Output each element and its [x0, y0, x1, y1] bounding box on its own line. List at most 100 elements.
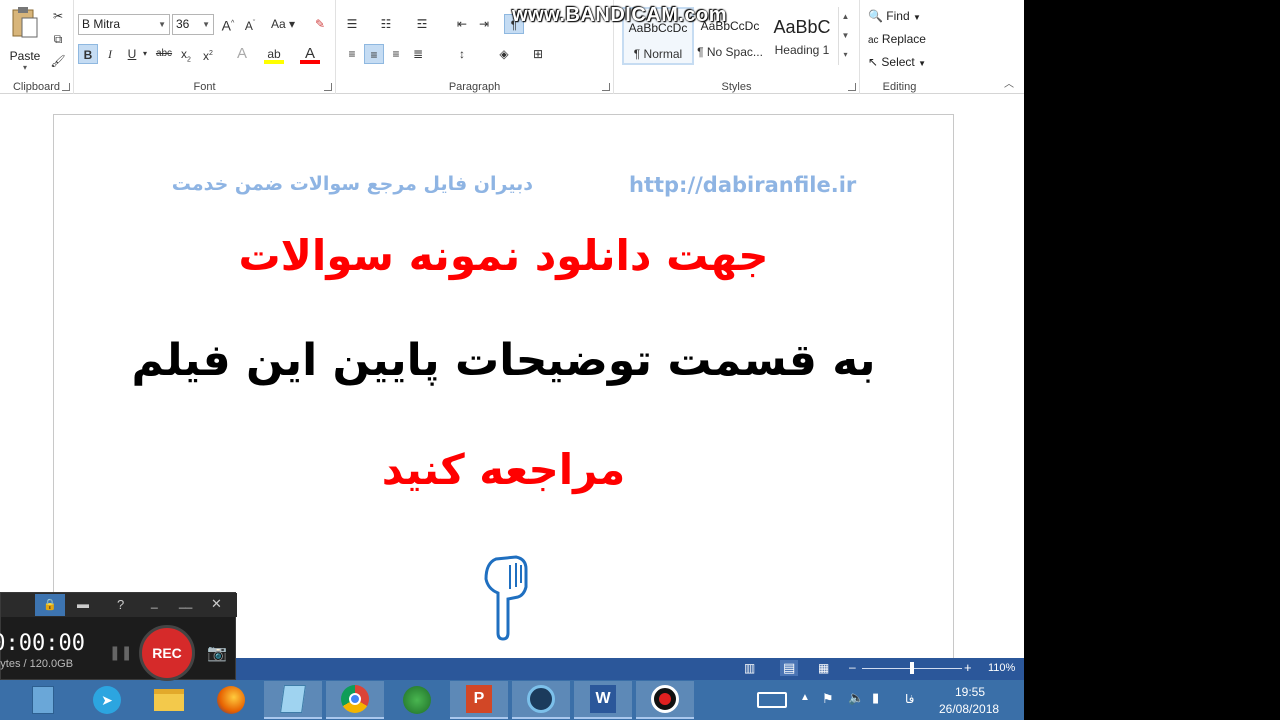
bullets-icon[interactable]: ☰: [342, 14, 362, 34]
text-effects-icon[interactable]: A: [232, 44, 252, 64]
font-name-field[interactable]: B Mitra ▼: [78, 14, 170, 35]
folder-icon[interactable]: ▬: [77, 597, 89, 611]
word-icon[interactable]: W: [574, 681, 632, 719]
align-left-icon[interactable]: ≡: [342, 44, 362, 64]
pause-icon[interactable]: ❚❚: [109, 644, 132, 661]
zoom-level[interactable]: 110%: [988, 662, 1015, 674]
disk-usage: 0 bytes / 120.0GB: [0, 658, 74, 670]
rec-label: REC: [152, 645, 182, 661]
highlight-icon[interactable]: ab: [264, 44, 284, 64]
style-heading-1[interactable]: AaBbC Heading 1: [766, 7, 838, 65]
zoom-thumb[interactable]: [910, 662, 914, 674]
document-page[interactable]: دبیران فایل مرجع سوالات ضمن خدمت http://…: [53, 114, 954, 674]
media-player-icon[interactable]: [512, 681, 570, 719]
language-indicator[interactable]: فا: [905, 692, 914, 706]
tray-expand-icon[interactable]: ▲: [800, 692, 810, 703]
volume-icon[interactable]: 🔈: [848, 690, 864, 706]
read-mode-icon[interactable]: ▥: [744, 661, 755, 675]
superscript-button[interactable]: x2: [198, 44, 218, 64]
multilevel-list-icon[interactable]: ☲: [412, 14, 432, 34]
styles-launcher-icon[interactable]: [848, 83, 856, 91]
web-layout-icon[interactable]: ▦: [818, 661, 829, 675]
calculator-icon[interactable]: [14, 681, 72, 719]
replace-icon: ac: [868, 35, 879, 46]
paste-button[interactable]: Paste ▾: [6, 6, 44, 72]
replace-button[interactable]: ac Replace: [868, 30, 926, 48]
telegram-icon[interactable]: ➤: [78, 681, 136, 719]
borders-icon[interactable]: ⊞: [528, 44, 548, 64]
font-color-icon[interactable]: A: [300, 44, 320, 64]
heading-line-3: مراجعه کنید: [381, 445, 626, 494]
collapse-ribbon-icon[interactable]: ︿: [1004, 75, 1014, 90]
clear-formatting-icon[interactable]: ✎: [310, 14, 330, 34]
numbering-icon[interactable]: ☷: [376, 14, 396, 34]
bandicam-icon[interactable]: [636, 681, 694, 719]
line-spacing-icon[interactable]: ↕: [452, 44, 472, 64]
cut-icon[interactable]: ✂: [48, 6, 68, 26]
keyboard-icon[interactable]: [757, 692, 787, 708]
taskbar: ➤ P W ▲ ⚑ 🔈 ▮ فا 19:55 26/08/2018: [0, 680, 1024, 720]
find-button[interactable]: 🔍 Find ▼: [868, 7, 921, 25]
chevron-down-icon: ▼: [158, 20, 166, 29]
style-name: Heading 1: [774, 43, 830, 57]
select-button[interactable]: ↖ Select ▼: [868, 53, 926, 71]
italic-button[interactable]: I: [100, 44, 120, 64]
font-launcher-icon[interactable]: [324, 83, 332, 91]
heading-line-2: به قسمت توضیحات پایین این فیلم: [131, 335, 876, 386]
underline-button[interactable]: U: [122, 44, 142, 64]
font-label: Font: [193, 81, 216, 93]
styles-label: Styles: [721, 81, 752, 93]
strikethrough-button[interactable]: abc: [154, 44, 174, 64]
chrome-icon[interactable]: [326, 681, 384, 719]
notepad-icon[interactable]: [264, 681, 322, 719]
clipboard-launcher-icon[interactable]: [62, 83, 70, 91]
grow-font-icon[interactable]: A^: [218, 14, 238, 34]
decrease-indent-icon[interactable]: ⇤: [452, 14, 472, 34]
powerpoint-icon[interactable]: P: [450, 681, 508, 719]
clock-time[interactable]: 19:55: [955, 685, 985, 699]
file-explorer-icon[interactable]: [140, 681, 198, 719]
select-label: Select: [881, 55, 915, 69]
network-icon[interactable]: ▮: [872, 690, 879, 706]
download-manager-icon[interactable]: [388, 681, 446, 719]
bold-button[interactable]: B: [78, 44, 98, 64]
minimize-icon[interactable]: __: [179, 595, 192, 609]
increase-indent-icon[interactable]: ⇥: [474, 14, 494, 34]
firefox-icon[interactable]: [202, 681, 260, 719]
format-painter-icon[interactable]: 🖌: [48, 51, 68, 71]
zoom-out-icon[interactable]: –: [849, 660, 856, 674]
clock-date[interactable]: 26/08/2018: [939, 702, 999, 716]
copy-icon[interactable]: ⧉: [48, 29, 68, 49]
paragraph-launcher-icon[interactable]: [602, 83, 610, 91]
flag-icon[interactable]: ⚑: [822, 691, 834, 707]
document-area[interactable]: دبیران فایل مرجع سوالات ضمن خدمت http://…: [0, 95, 1024, 674]
word-window: Paste ▾ ✂ ⧉ 🖌 Clipboard B Mitra ▼ 36 ▼ A^ …: [0, 0, 1024, 720]
rec-button[interactable]: REC: [139, 625, 195, 681]
editing-label: Editing: [882, 81, 917, 93]
close-icon[interactable]: ✕: [211, 596, 222, 612]
lock-icon[interactable]: 🔒: [35, 594, 65, 616]
paste-label: Paste: [9, 49, 41, 63]
chevron-down-icon[interactable]: ▾: [140, 44, 150, 64]
shrink-font-icon[interactable]: Aˇ: [240, 14, 260, 34]
heading-line-1: جهت دانلود نمونه سوالات: [238, 231, 769, 280]
style-preview: AaBbC: [773, 17, 831, 37]
minimize-small-icon[interactable]: _: [151, 595, 158, 609]
find-icon: 🔍: [868, 9, 883, 23]
justify-icon[interactable]: ≣: [408, 44, 428, 64]
zoom-in-icon[interactable]: +: [964, 660, 972, 675]
subscript-button[interactable]: x2: [176, 44, 196, 64]
style-name: ¶ Normal: [633, 47, 683, 61]
help-button[interactable]: ?: [117, 597, 124, 612]
camera-icon[interactable]: 📷: [207, 643, 227, 663]
styles-scroll[interactable]: ▲ ▼ ▾: [838, 7, 852, 65]
shading-icon[interactable]: ◈: [494, 44, 514, 64]
change-case-button[interactable]: Aa ▾: [268, 14, 298, 34]
align-center-icon[interactable]: ≡: [364, 44, 384, 64]
print-layout-icon[interactable]: ▤: [780, 660, 799, 676]
header-left-text: دبیران فایل مرجع سوالات ضمن خدمت: [171, 173, 533, 195]
font-size-field[interactable]: 36 ▼: [172, 14, 214, 35]
align-right-icon[interactable]: ≡: [386, 44, 406, 64]
chevron-down-icon: ▼: [918, 59, 927, 68]
header-url[interactable]: http://dabiranfile.ir: [629, 173, 856, 197]
